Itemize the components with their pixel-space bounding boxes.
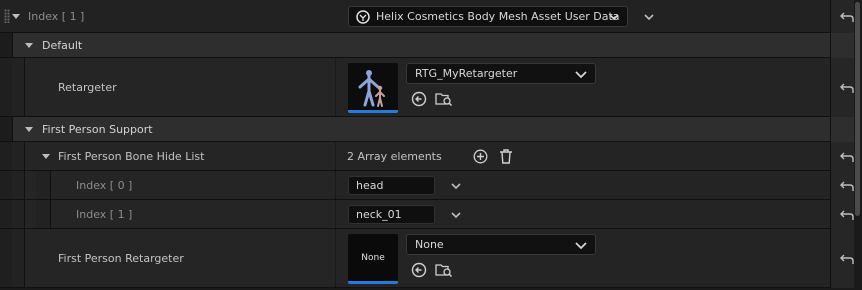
name-column: First Person Bone Hide List	[0, 142, 335, 170]
trash-icon	[500, 148, 512, 164]
first-person-retargeter-combo[interactable]: None	[406, 234, 596, 255]
indent-guide	[12, 200, 25, 228]
indent-guide	[12, 229, 25, 287]
chevron-down-icon[interactable]	[449, 180, 463, 192]
mannequin-thumbnail-icon	[348, 63, 398, 110]
category-label: Default	[42, 38, 83, 52]
reset-arrow-icon	[839, 83, 854, 93]
index-label: Index [ 1 ]	[28, 9, 85, 23]
use-selected-icon	[411, 262, 427, 278]
class-picker-value: Helix Cosmetics Body Mesh Asset User Dat…	[376, 10, 620, 23]
value-column: head	[336, 171, 830, 199]
indent-guide	[36, 171, 51, 199]
asset-thumbnail[interactable]: None	[348, 234, 398, 284]
reset-arrow-icon	[839, 181, 854, 191]
array-count: 2 Array elements	[347, 149, 442, 163]
property-label: Retargeter	[58, 80, 117, 94]
name-column: Index [ 1 ]	[0, 0, 335, 32]
use-selected-button[interactable]	[410, 261, 428, 279]
name-column: Index [ 1 ]	[0, 200, 335, 228]
name-column: First Person Retargeter	[0, 229, 335, 287]
add-circle-icon	[473, 149, 487, 163]
asset-thumbnail[interactable]	[348, 63, 398, 113]
reset-arrow-icon	[839, 12, 854, 22]
clear-array-button[interactable]	[498, 148, 514, 164]
browse-folder-icon	[435, 93, 453, 107]
first-person-retargeter-row: First Person Retargeter None None	[0, 229, 830, 288]
indent-guide	[12, 142, 25, 170]
value-column: RTG_MyRetargeter	[336, 58, 830, 116]
details-panel: Index [ 1 ] Helix Cosmetics Body Mesh As…	[0, 0, 862, 290]
indent-guide	[12, 58, 25, 116]
value-column: None None	[336, 229, 830, 287]
reset-arrow-icon	[839, 210, 854, 220]
browse-folder-icon	[435, 264, 453, 278]
chevron-down-icon[interactable]	[449, 209, 463, 221]
indent-guide	[36, 200, 51, 228]
property-label: First Person Retargeter	[58, 251, 184, 265]
browse-button[interactable]	[434, 90, 454, 108]
caret-down-icon[interactable]	[42, 154, 50, 159]
value-column: Helix Cosmetics Body Mesh Asset User Dat…	[336, 0, 830, 32]
indent-guide	[0, 33, 13, 57]
bone-name-field[interactable]: neck_01	[348, 205, 435, 224]
bone-name-field[interactable]: head	[348, 176, 435, 195]
reset-arrow-icon	[839, 254, 854, 264]
scrollbar-thumb[interactable]	[855, 2, 860, 216]
retargeter-asset-combo[interactable]: RTG_MyRetargeter	[406, 63, 596, 84]
array-element-row: Index [ 1 ] Helix Cosmetics Body Mesh As…	[0, 0, 830, 33]
grip-icon[interactable]	[4, 9, 10, 23]
caret-down-icon[interactable]	[25, 127, 33, 132]
asset-value: None	[415, 238, 444, 251]
element-index-label: Index [ 1 ]	[76, 207, 133, 221]
use-selected-button[interactable]	[410, 90, 428, 108]
array-element-row: Index [ 0 ] head	[0, 171, 830, 200]
chevron-down-icon[interactable]	[642, 10, 656, 24]
caret-down-icon[interactable]	[12, 14, 20, 19]
unreal-class-icon	[356, 10, 370, 27]
add-element-button[interactable]	[472, 148, 488, 164]
browse-button[interactable]	[434, 261, 454, 279]
caret-down-icon[interactable]	[25, 43, 33, 48]
property-label: First Person Bone Hide List	[58, 149, 205, 163]
name-column: Index [ 0 ]	[0, 171, 335, 199]
category-first-person-support[interactable]: First Person Support	[0, 117, 830, 142]
category-default[interactable]: Default	[0, 33, 830, 58]
class-picker-combo[interactable]: Helix Cosmetics Body Mesh Asset User Dat…	[348, 6, 628, 27]
indent-guide	[0, 117, 13, 141]
name-column: Retargeter	[0, 58, 335, 116]
element-index-label: Index [ 0 ]	[76, 178, 133, 192]
chevron-down-icon	[575, 69, 587, 82]
use-selected-icon	[411, 91, 427, 107]
bone-hide-list-row: First Person Bone Hide List 2 Array elem…	[0, 142, 830, 171]
value-column: 2 Array elements	[336, 142, 830, 170]
array-element-row: Index [ 1 ] neck_01	[0, 200, 830, 229]
category-label: First Person Support	[42, 122, 153, 136]
indent-guide	[12, 171, 25, 199]
value-column: neck_01	[336, 200, 830, 228]
retargeter-row: Retargeter RTG_MyRetargeter	[0, 58, 830, 117]
asset-value: RTG_MyRetargeter	[415, 67, 518, 80]
chevron-down-icon	[575, 240, 587, 253]
chevron-down-icon	[609, 12, 619, 25]
reset-arrow-icon	[839, 152, 854, 162]
